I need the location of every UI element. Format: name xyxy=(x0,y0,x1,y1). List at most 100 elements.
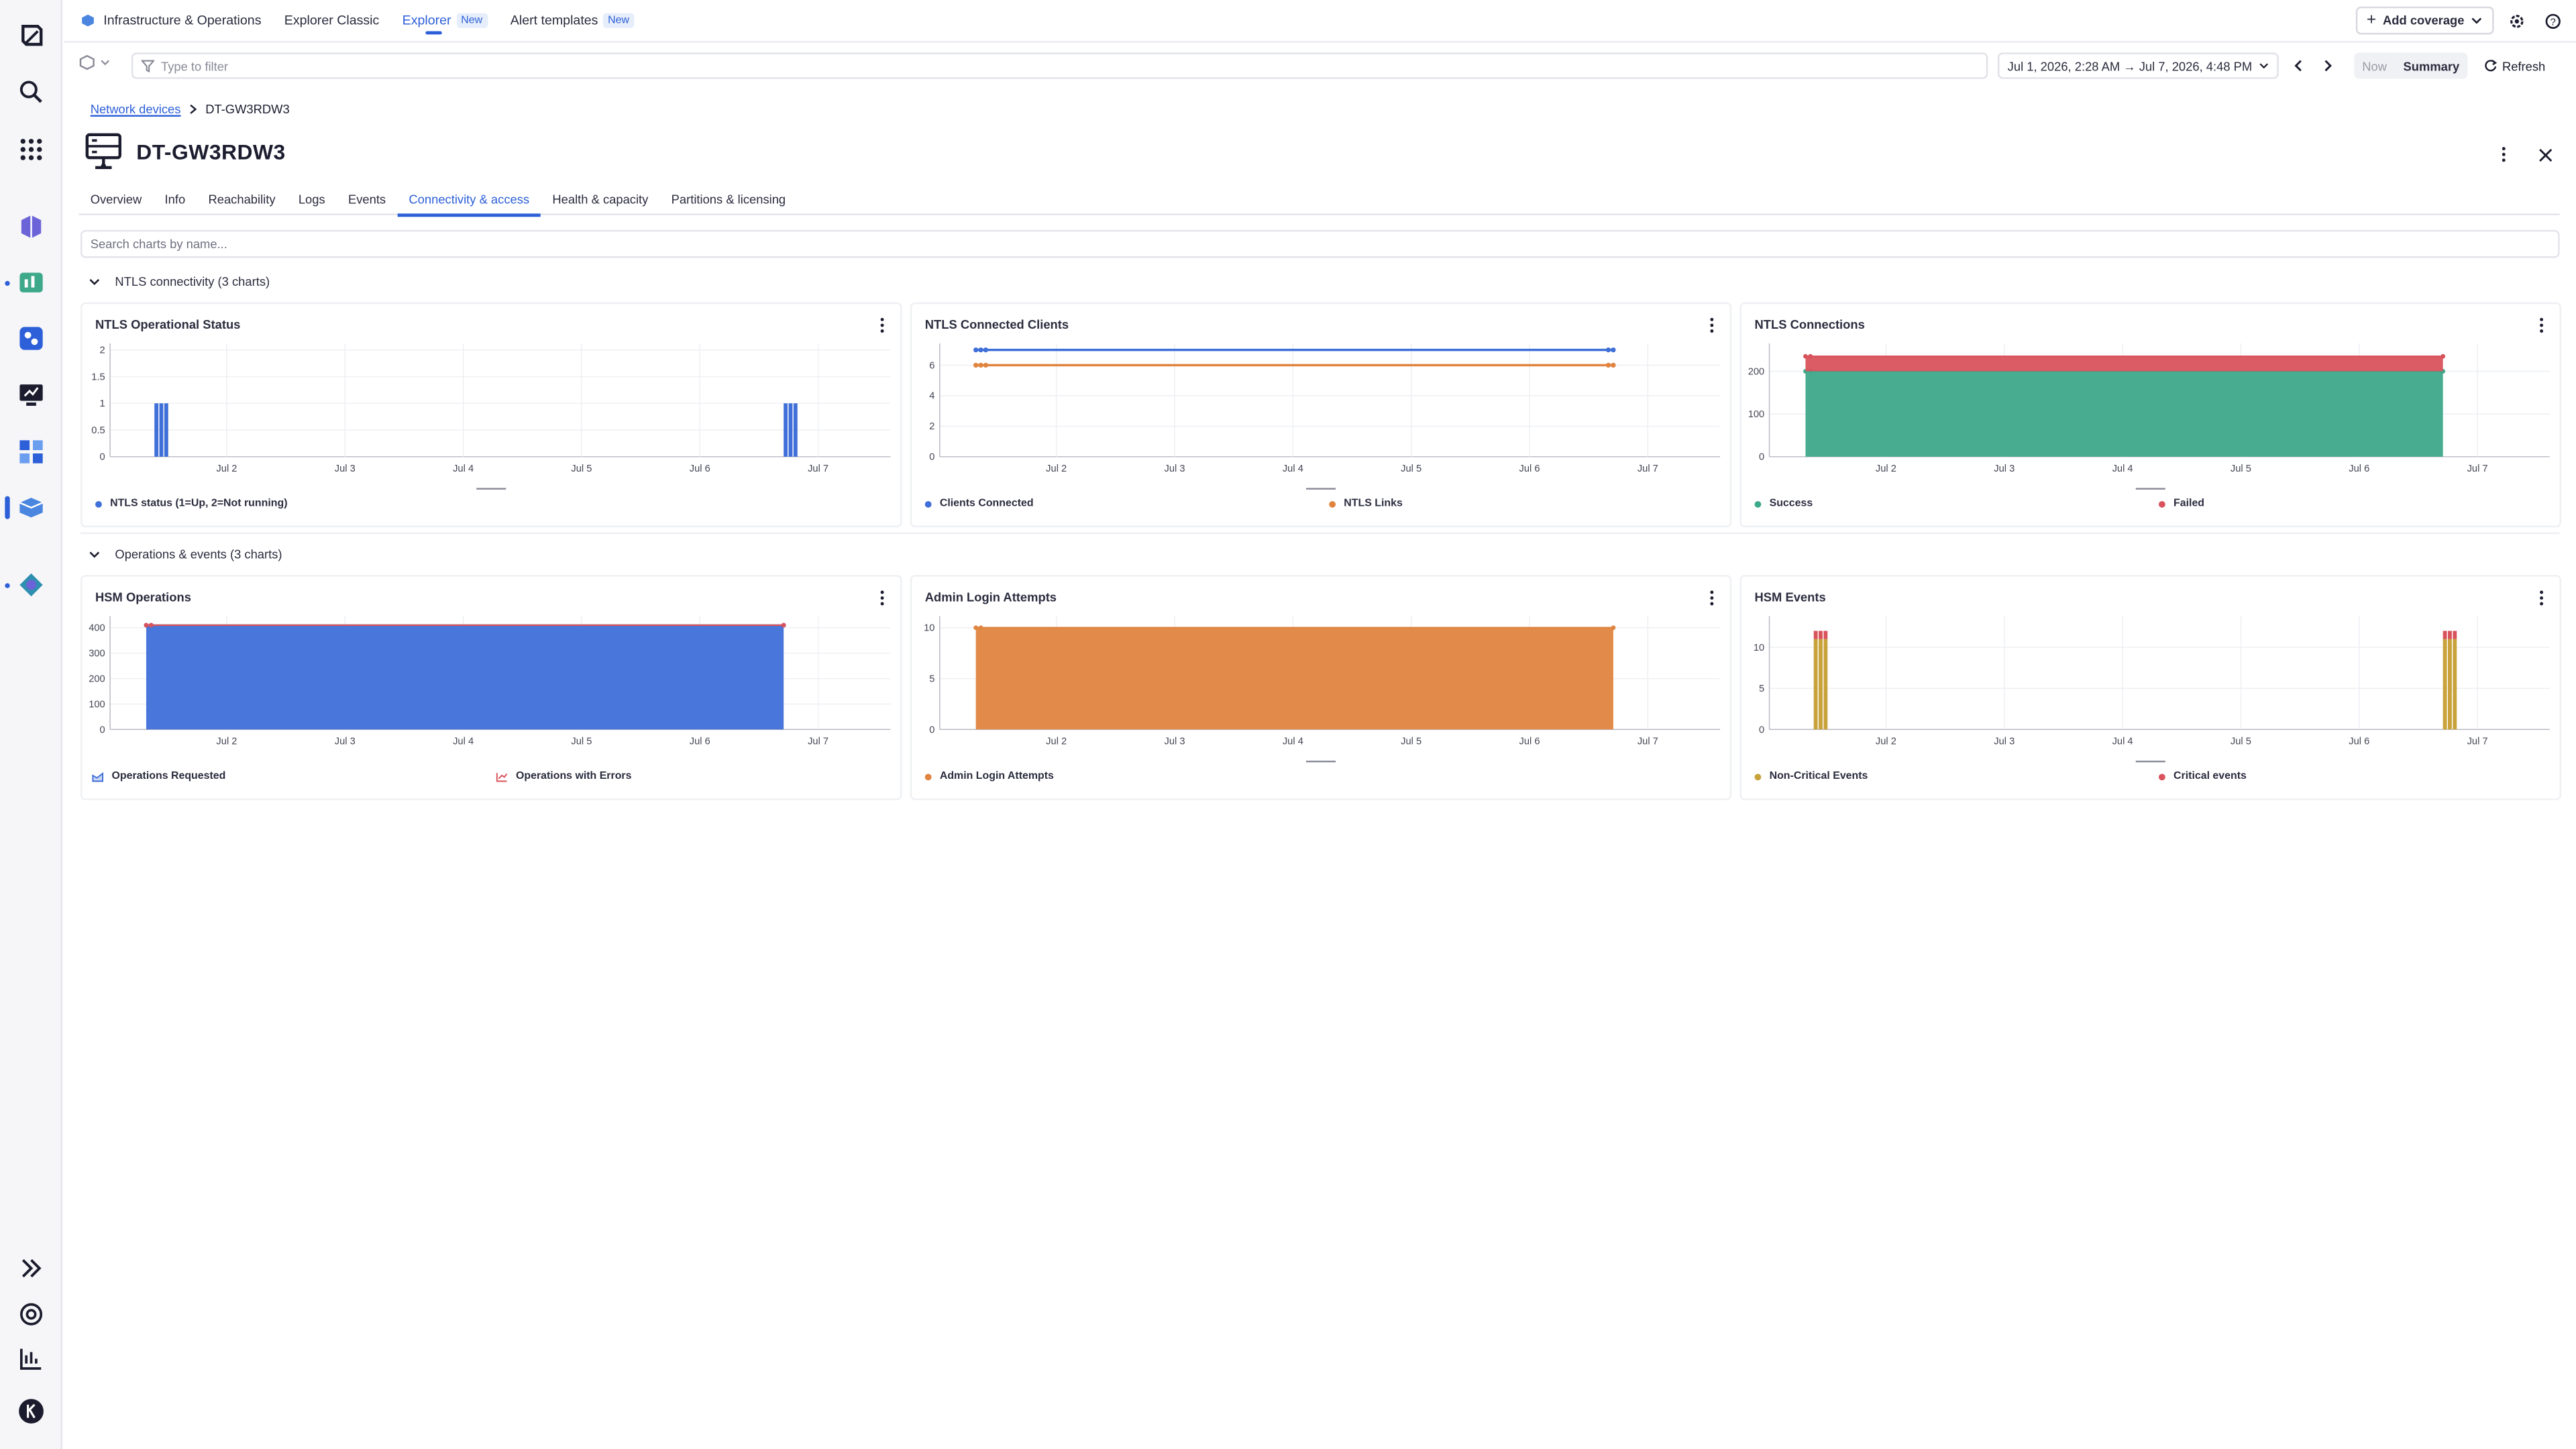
legend-item[interactable]: Operations Requested xyxy=(92,771,225,782)
previous-timeframe-button[interactable] xyxy=(2285,52,2311,78)
dynatrace-logo-icon[interactable] xyxy=(15,19,48,52)
legend-label: Admin Login Attempts xyxy=(939,770,1054,782)
new-badge: New xyxy=(455,13,488,28)
x-tick-label: Jul 3 xyxy=(1165,736,1185,747)
refresh-button[interactable]: Refresh xyxy=(2477,52,2552,78)
tab-info[interactable]: Info xyxy=(153,184,197,215)
x-tick-label: Jul 2 xyxy=(1046,736,1067,747)
tab-explorer-classic[interactable]: Explorer Classic xyxy=(273,0,391,42)
data-point xyxy=(1803,354,1808,359)
infrastructure-app-icon[interactable] xyxy=(15,491,48,524)
tab-reachability[interactable]: Reachability xyxy=(197,184,286,215)
legend-item[interactable]: Success xyxy=(1754,498,1813,510)
chart-menu-icon[interactable] xyxy=(1707,588,1717,608)
legend-item[interactable]: NTLS Links xyxy=(1329,498,1403,509)
legend-item[interactable]: Failed xyxy=(2158,498,2204,509)
legend-item[interactable]: Admin Login Attempts xyxy=(924,770,1054,782)
more-options-icon[interactable] xyxy=(2499,142,2509,171)
tab-logs[interactable]: Logs xyxy=(287,184,337,215)
section-operations-events[interactable]: Operations & events (3 charts) xyxy=(89,547,282,562)
legend-item[interactable]: Critical events xyxy=(2158,771,2247,782)
legend-item[interactable]: Clients Connected xyxy=(924,498,1034,509)
chart-menu-icon[interactable] xyxy=(1707,315,1717,335)
bar-mark xyxy=(164,403,168,457)
chart-scrubber[interactable] xyxy=(1305,488,1336,490)
tab-events[interactable]: Events xyxy=(337,184,397,215)
tab-alert-templates[interactable]: Alert templates New xyxy=(499,0,646,42)
chart-scrubber[interactable] xyxy=(1305,760,1336,763)
layout-app-icon[interactable] xyxy=(15,435,48,468)
svg-text:?: ? xyxy=(2551,16,2556,27)
legend-swatch xyxy=(95,500,102,507)
area-mark xyxy=(1805,371,2443,457)
cube-app-icon[interactable] xyxy=(15,210,48,243)
tab-label: Reachability xyxy=(208,192,276,207)
chart-plot: 0 2 4 6 Jul 2 Jul 3 Jul 4 Jul 5 Jul 6 Jul 7 xyxy=(929,343,1721,474)
bar-mark xyxy=(793,403,798,457)
x-tick-label: Jul 7 xyxy=(1638,464,1658,474)
tab-partitions-licensing[interactable]: Partitions & licensing xyxy=(660,184,798,215)
chart-card-ntls-connections: NTLS Connections 0 100 200 Jul 2 Jul 3 Jul 4 J… xyxy=(1739,302,2561,528)
tab-overview[interactable]: Overview xyxy=(79,184,154,215)
x-tick-label: Jul 2 xyxy=(1046,464,1067,474)
entity-type-selector[interactable] xyxy=(79,54,111,70)
next-timeframe-button[interactable] xyxy=(2314,52,2341,78)
workflow-app-icon[interactable] xyxy=(15,322,48,355)
bar-mark xyxy=(2453,639,2457,730)
tab-connectivity-access[interactable]: Connectivity & access xyxy=(397,184,542,217)
chart-scrubber[interactable] xyxy=(2135,760,2165,763)
data-point xyxy=(978,362,983,368)
help-circle-icon[interactable]: ? xyxy=(2540,7,2566,34)
now-button[interactable]: Now xyxy=(2354,52,2396,79)
monitor-app-icon[interactable] xyxy=(15,378,48,411)
chart-menu-icon[interactable] xyxy=(2536,588,2546,608)
tab-label: Events xyxy=(347,192,386,207)
breadcrumb-network-devices[interactable]: Network devices xyxy=(91,102,181,117)
tab-explorer[interactable]: Explorer New xyxy=(390,0,498,42)
chevron-down-icon xyxy=(101,60,110,66)
data-point xyxy=(983,362,989,368)
summary-button[interactable]: Summary xyxy=(2395,52,2468,79)
y-tick-label: 5 xyxy=(1759,684,1764,694)
timeframe-selector[interactable]: Jul 1, 2026, 2:28 AM → Jul 7, 2026, 4:48… xyxy=(1997,52,2279,79)
add-coverage-button[interactable]: + Add coverage xyxy=(2355,6,2494,35)
chart-scrubber[interactable] xyxy=(2135,488,2165,490)
x-tick-label: Jul 6 xyxy=(690,736,710,747)
legend-item[interactable]: Operations with Errors xyxy=(496,770,632,782)
x-tick-label: Jul 4 xyxy=(1283,464,1303,474)
y-tick-label: 10 xyxy=(924,623,934,634)
close-icon[interactable] xyxy=(2538,142,2553,171)
help-icon[interactable] xyxy=(15,1298,48,1331)
chart-menu-icon[interactable] xyxy=(2536,315,2546,335)
chart-search-input[interactable]: Search charts by name... xyxy=(80,229,2560,258)
data-point xyxy=(148,623,154,628)
section-ntls-connectivity[interactable]: NTLS connectivity (3 charts) xyxy=(89,274,270,289)
apps-grid-icon[interactable] xyxy=(15,133,48,166)
search-icon[interactable] xyxy=(15,76,48,109)
analytics-icon[interactable] xyxy=(15,1342,48,1375)
settings-icon[interactable] xyxy=(2504,7,2530,34)
chart-menu-icon[interactable] xyxy=(877,315,888,335)
user-avatar-icon[interactable] xyxy=(15,1395,48,1428)
y-tick-label: 0 xyxy=(100,724,105,735)
expand-icon[interactable] xyxy=(15,1252,48,1285)
legend-label: Success xyxy=(1769,498,1813,510)
filter-placeholder: Type to filter xyxy=(161,58,229,73)
security-app-icon[interactable] xyxy=(15,568,48,601)
dashboard-app-icon[interactable] xyxy=(15,266,48,299)
app-title[interactable]: Infrastructure & Operations xyxy=(64,0,273,42)
tab-health-capacity[interactable]: Health & capacity xyxy=(541,184,659,215)
legend-item[interactable]: Non-Critical Events xyxy=(1754,771,1868,782)
data-point xyxy=(978,625,983,631)
filter-input[interactable]: Type to filter xyxy=(131,52,1988,79)
page-header: DT-GW3RDW3 xyxy=(85,131,285,171)
add-coverage-label: Add coverage xyxy=(2383,13,2465,28)
chart-scrubber[interactable] xyxy=(476,488,506,490)
chart-menu-icon[interactable] xyxy=(877,588,888,608)
data-point xyxy=(978,347,983,353)
legend-swatch xyxy=(924,500,932,507)
legend-item[interactable]: NTLS status (1=Up, 2=Not running) xyxy=(95,498,288,509)
legend-label: Operations with Errors xyxy=(515,770,632,782)
chart-plot: 0 5 10 Jul 2 Jul 3 Jul 4 Jul 5 Jul 6 Jul 7 xyxy=(1754,616,2550,747)
data-point xyxy=(973,347,979,353)
